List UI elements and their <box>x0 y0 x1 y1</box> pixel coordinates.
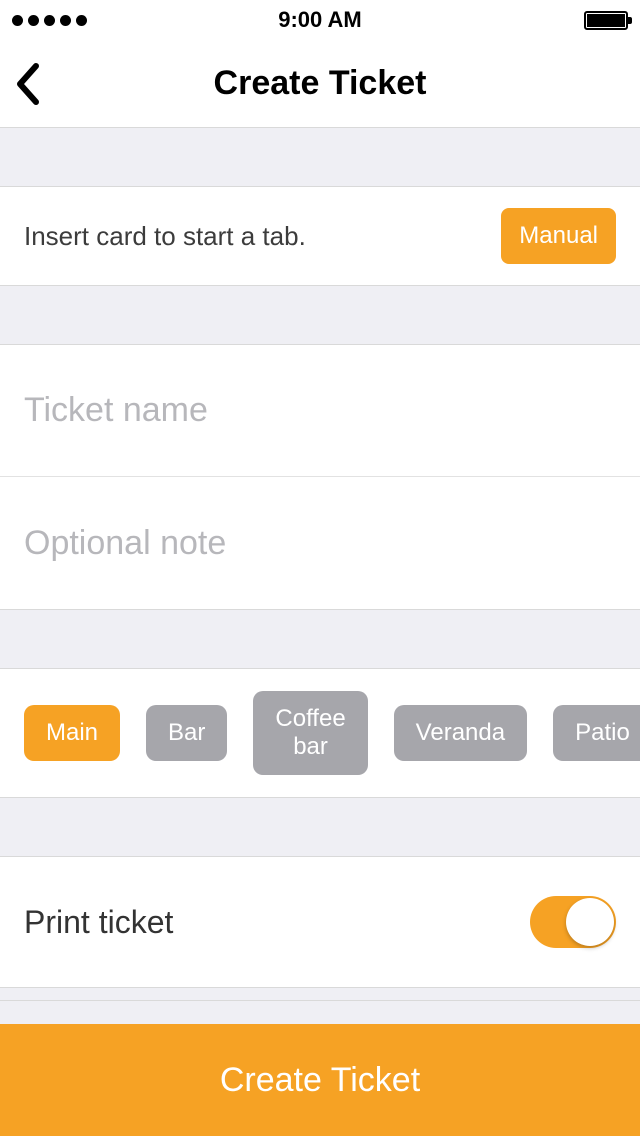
section-gap <box>0 1000 640 1024</box>
toggle-knob <box>566 898 614 946</box>
status-time: 9:00 AM <box>0 7 640 33</box>
back-button[interactable] <box>14 40 40 127</box>
nav-bar: Create Ticket <box>0 40 640 128</box>
area-chips-row: Main Bar Coffee bar Veranda Patio <box>0 668 640 798</box>
section-gap <box>0 128 640 186</box>
page-title: Create Ticket <box>214 64 427 103</box>
note-row[interactable] <box>0 477 640 609</box>
print-ticket-toggle[interactable] <box>530 896 616 948</box>
area-chip-main[interactable]: Main <box>24 705 120 761</box>
battery-icon <box>584 11 628 30</box>
status-bar: 9:00 AM <box>0 0 640 40</box>
area-chip-coffee-bar[interactable]: Coffee bar <box>253 691 367 775</box>
manual-button[interactable]: Manual <box>501 208 616 264</box>
area-chip-bar[interactable]: Bar <box>146 705 227 761</box>
section-gap <box>0 610 640 668</box>
ticket-name-row[interactable] <box>0 345 640 477</box>
ticket-name-input[interactable] <box>24 391 616 430</box>
print-ticket-row: Print ticket <box>0 856 640 988</box>
section-gap <box>0 798 640 856</box>
area-chip-veranda[interactable]: Veranda <box>394 705 527 761</box>
chevron-left-icon <box>14 62 40 106</box>
print-ticket-label: Print ticket <box>24 904 530 941</box>
insert-card-row: Insert card to start a tab. Manual <box>0 186 640 286</box>
insert-card-text: Insert card to start a tab. <box>24 221 501 252</box>
area-chip-patio[interactable]: Patio <box>553 705 640 761</box>
optional-note-input[interactable] <box>24 524 616 563</box>
section-gap <box>0 286 640 344</box>
create-ticket-button[interactable]: Create Ticket <box>0 1024 640 1136</box>
